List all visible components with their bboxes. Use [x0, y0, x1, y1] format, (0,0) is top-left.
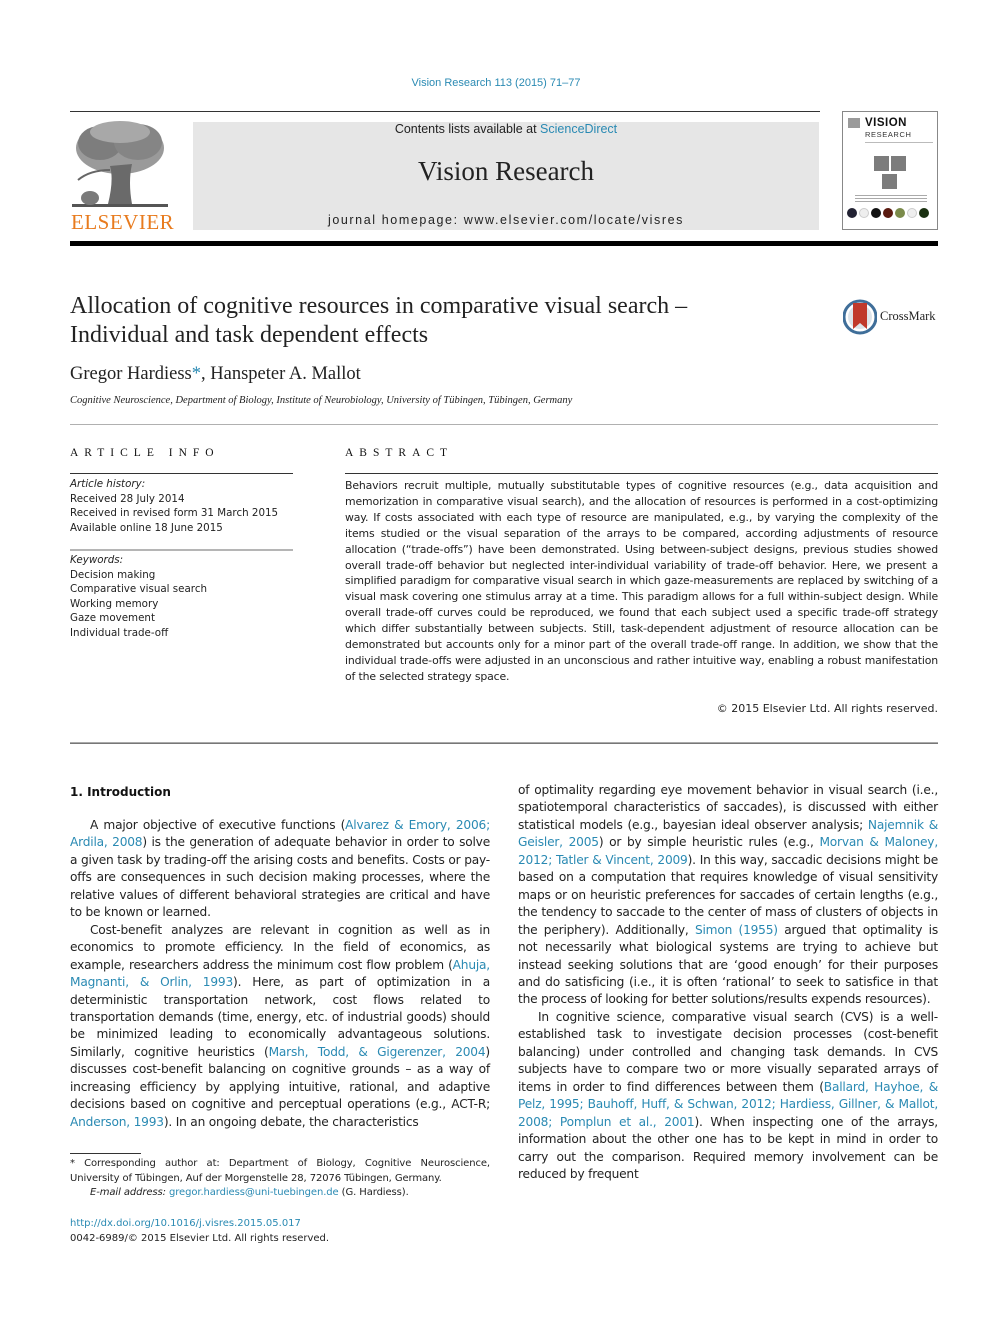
corresponding-author-note: * Corresponding author at: Department of… [70, 1158, 490, 1184]
crossmark-icon [842, 299, 878, 335]
body-right-column: of optimality regarding eye movement beh… [518, 782, 938, 1183]
cover-image-strip [847, 208, 929, 218]
journal-citation-link[interactable]: Vision Research 113 (2015) 71–77 [0, 77, 992, 89]
article-info-rule [70, 473, 293, 474]
footnote: * Corresponding author at: Department of… [70, 1157, 490, 1201]
article-history: Article history: Received 28 July 2014 R… [70, 477, 310, 535]
sciencedirect-link[interactable]: ScienceDirect [540, 122, 617, 136]
article-title: Allocation of cognitive resources in com… [70, 293, 688, 348]
citation-link[interactable]: Simon (1955) [695, 923, 778, 937]
body-paragraph: Cost-benefit analyzes are relevant in co… [70, 922, 490, 1131]
header-thick-rule [70, 241, 938, 246]
journal-name: Vision Research [417, 156, 595, 186]
history-item: Received 28 July 2014 [70, 492, 185, 505]
keyword-item: Decision making [70, 568, 156, 581]
top-rule [70, 111, 820, 112]
body-text: ). In an ongoing debate, the characteris… [163, 1114, 419, 1129]
cover-figure-3 [882, 174, 897, 189]
abstract-heading: ABSTRACT [345, 447, 454, 459]
cover-figure-1 [874, 156, 889, 171]
section-heading: 1. Introduction [70, 785, 171, 799]
doi-link[interactable]: http://dx.doi.org/10.1016/j.visres.2015.… [70, 1217, 329, 1232]
contents-line: Contents lists available at ScienceDirec… [193, 122, 819, 136]
keywords: Keywords: Decision making Comparative vi… [70, 553, 310, 640]
body-paragraph: A major objective of executive functions… [70, 817, 490, 922]
author-list: Gregor Hardiess*, Hanspeter A. Mallot [70, 364, 361, 385]
tree-icon [72, 121, 168, 207]
keyword-item: Individual trade-off [70, 626, 169, 639]
author-name[interactable]: Hanspeter A. Mallot [210, 364, 361, 384]
cover-subtitle: RESEARCH [865, 130, 912, 139]
footnote-rule [70, 1153, 141, 1154]
affiliation: Cognitive Neuroscience, Department of Bi… [70, 395, 573, 406]
citation-link[interactable]: Marsh, Todd, & Gigerenzer, 2004 [269, 1045, 486, 1059]
abstract-text: Behaviors recruit multiple, mutually sub… [345, 479, 938, 683]
email-label: E-mail address: [90, 1187, 169, 1198]
email-line: E-mail address: gregor.hardiess@uni-tueb… [70, 1186, 490, 1201]
keyword-item: Comparative visual search [70, 583, 208, 595]
crossmark-label: CrossMark [880, 309, 936, 323]
issn-copyright: 0042-6989/© 2015 Elsevier Ltd. All right… [70, 1232, 330, 1244]
history-item: Available online 18 June 2015 [70, 521, 223, 534]
body-left-column: A major objective of executive functions… [70, 817, 490, 1131]
keyword-item: Gaze movement [70, 612, 155, 624]
body-text: Cost-benefit analyzes are relevant in co… [70, 922, 490, 972]
elsevier-wordmark: ELSEVIER [71, 210, 175, 234]
crossmark-button[interactable]: CrossMark [842, 299, 943, 335]
email-suffix: (G. Hardiess). [338, 1187, 409, 1198]
cover-title: VISION [865, 117, 907, 129]
author-separator: , [201, 364, 211, 384]
keywords-rule [70, 549, 293, 551]
keyword-item: Working memory [70, 597, 159, 610]
abstract-bottom-rule [70, 742, 938, 744]
history-item: Received in revised form 31 March 2015 [70, 507, 279, 519]
affiliation-rule [70, 424, 938, 425]
cover-logo-icon [848, 118, 860, 128]
email-link[interactable]: gregor.hardiess@uni-tuebingen.de [169, 1187, 339, 1198]
body-paragraph: In cognitive science, comparative visual… [518, 1009, 938, 1184]
body-text: ) or by simple heuristic rules (e.g., [598, 835, 820, 850]
citation-link[interactable]: Anderson, 1993 [70, 1115, 164, 1129]
abstract-rule [345, 473, 938, 474]
cover-figure-2 [891, 156, 906, 171]
author-name[interactable]: Gregor Hardiess [70, 364, 192, 384]
cover-text-lines [855, 195, 927, 204]
doi-block: http://dx.doi.org/10.1016/j.visres.2015.… [70, 1217, 329, 1246]
keywords-label: Keywords: [70, 554, 124, 566]
journal-homepage[interactable]: journal homepage: www.elsevier.com/locat… [193, 213, 819, 227]
cover-divider [865, 142, 933, 143]
body-paragraph: of optimality regarding eye movement beh… [518, 782, 938, 1009]
journal-masthead: Contents lists available at ScienceDirec… [193, 122, 819, 230]
corresponding-author-mark[interactable]: * [192, 364, 201, 384]
contents-prefix: Contents lists available at [394, 122, 541, 136]
article-history-label: Article history: [70, 478, 146, 490]
body-text: A major objective of executive functions… [90, 818, 346, 832]
journal-cover-thumbnail[interactable]: VISION RESEARCH [842, 111, 938, 230]
abstract-copyright: © 2015 Elsevier Ltd. All rights reserved… [716, 702, 938, 715]
article-info-heading: ARTICLE INFO [70, 447, 220, 459]
